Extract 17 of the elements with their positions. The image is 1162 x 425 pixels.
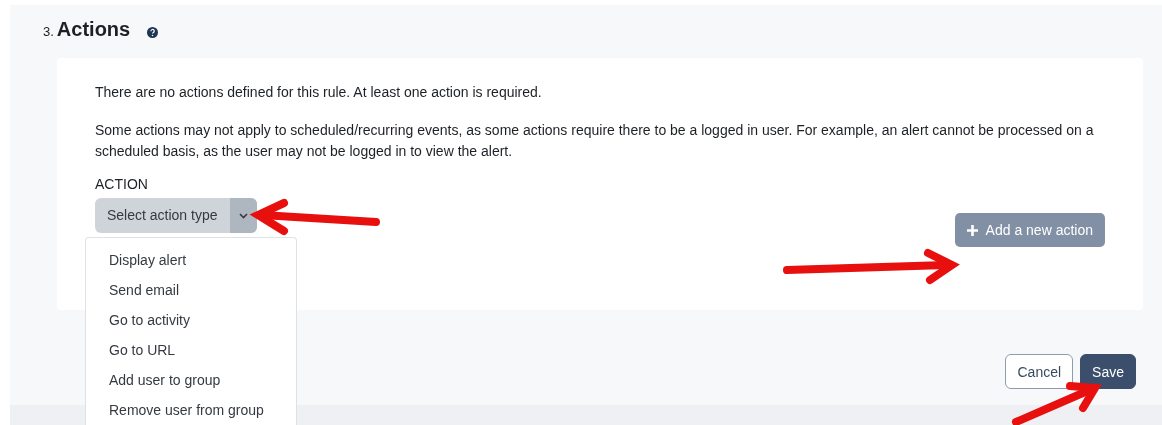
- notice-text: There are no actions defined for this rule. At least one action is required.: [95, 83, 543, 102]
- field-label: ACTION: [95, 176, 148, 192]
- help-icon[interactable]: [147, 26, 159, 38]
- info-text: Some actions may not apply to scheduled/recurring events, as some actions require there to be a logged in user. For example, an alert cannot be processed on a scheduled basis, as the user may not be logged in to view the alert.: [95, 121, 1095, 161]
- menu-option[interactable]: Add user to group: [86, 365, 296, 395]
- menu-option[interactable]: Remove user from group: [86, 395, 296, 425]
- menu-option[interactable]: Send email: [86, 275, 296, 305]
- menu-option[interactable]: Go to URL: [86, 335, 296, 365]
- action-type-select[interactable]: Select action type: [95, 198, 257, 233]
- cancel-button[interactable]: Cancel: [1005, 354, 1074, 389]
- section-title: Actions: [56, 18, 131, 41]
- menu-option[interactable]: Display alert: [86, 245, 296, 275]
- section-number: 3.: [43, 24, 54, 39]
- plus-icon: [966, 224, 978, 236]
- chevron-down-icon: [238, 212, 248, 219]
- menu-option[interactable]: Go to activity: [86, 305, 296, 335]
- save-button[interactable]: Save: [1080, 354, 1136, 389]
